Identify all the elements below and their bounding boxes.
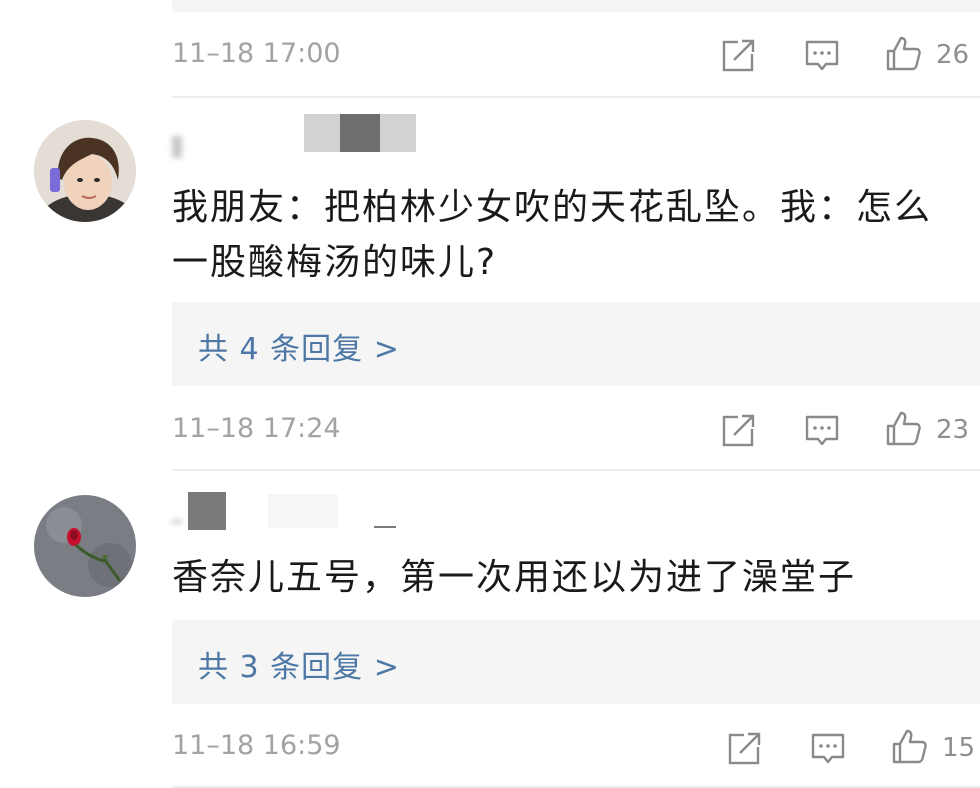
username-mosaic [304, 114, 340, 152]
thumbs-up-icon[interactable] [890, 727, 928, 765]
avatar[interactable] [34, 495, 136, 597]
divider [172, 96, 980, 98]
divider [172, 469, 980, 471]
reply-thread-button[interactable]: 共 3 条回复 > [172, 620, 980, 704]
comment-text-line: 香奈儿五号，第一次用还以为进了澡堂子 [172, 557, 857, 598]
share-icon[interactable] [726, 729, 764, 767]
reply-count-label[interactable]: 共 4 条回复 > [198, 324, 400, 368]
comment-time: 11–18 17:00 [172, 38, 341, 69]
username-mosaic [340, 114, 380, 152]
comment-icon[interactable] [803, 36, 841, 74]
username-blurred[interactable] [172, 520, 182, 523]
username-mosaic [268, 494, 338, 528]
comment-text: 香奈儿五号，第一次用还以为进了澡堂子 [172, 550, 972, 605]
share-icon[interactable] [720, 411, 758, 449]
username-mosaic [380, 114, 416, 152]
comment-time: 11–18 17:24 [172, 413, 341, 444]
comment-icon[interactable] [809, 729, 847, 767]
like-count: 26 [936, 40, 970, 70]
comment-time: 11–18 16:59 [172, 730, 341, 761]
share-icon[interactable] [720, 36, 758, 74]
avatar[interactable] [34, 120, 136, 222]
comment-text: 我朋友：把柏林少女吹的天花乱坠。我：怎么 一股酸梅汤的味儿? [172, 180, 972, 290]
like-count: 23 [936, 415, 970, 445]
like-count: 15 [942, 733, 976, 763]
comment-text-line: 我朋友：把柏林少女吹的天花乱坠。我：怎么 [172, 187, 933, 228]
comment-text-line: 一股酸梅汤的味儿? [172, 242, 498, 283]
username-mosaic [374, 526, 396, 528]
previous-reply-box[interactable] [172, 0, 980, 12]
username-mosaic [188, 492, 226, 530]
thumbs-up-icon[interactable] [884, 34, 922, 72]
thumbs-up-icon[interactable] [884, 409, 922, 447]
comment-icon[interactable] [803, 411, 841, 449]
username-blurred[interactable] [172, 136, 182, 158]
reply-count-label[interactable]: 共 3 条回复 > [198, 642, 400, 686]
reply-thread-button[interactable]: 共 4 条回复 > [172, 302, 980, 386]
